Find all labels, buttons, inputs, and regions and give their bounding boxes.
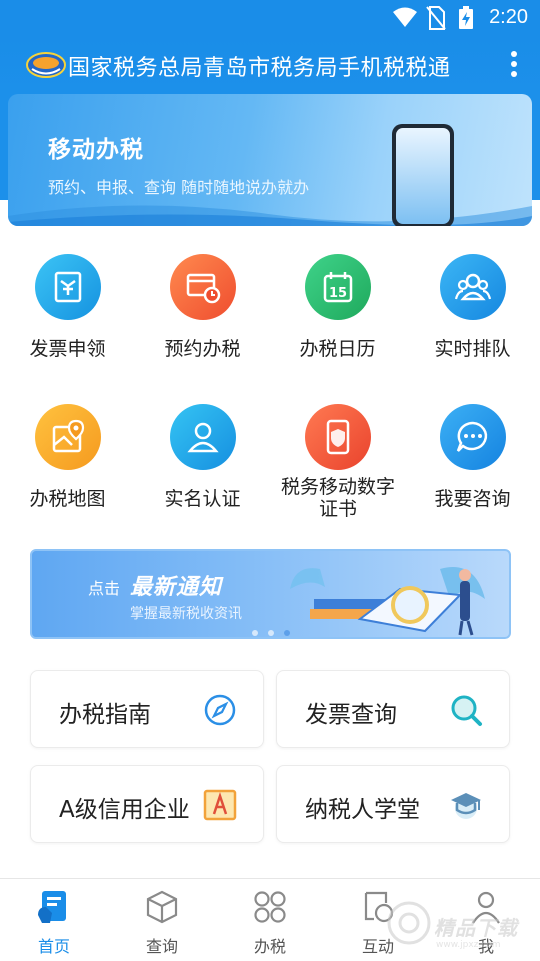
grade-a-icon xyxy=(203,789,237,821)
grid-apps-icon xyxy=(254,891,286,923)
service-label: 预约办税 xyxy=(164,338,241,360)
card-label: A级信用企业 xyxy=(59,797,190,823)
service-appointment[interactable]: 预约办税 xyxy=(135,250,270,370)
service-label: 发票申领 xyxy=(29,338,106,360)
cube-icon xyxy=(146,890,178,924)
app-title: 国家税务总局青岛市税务局手机税税通 xyxy=(68,56,451,81)
notice-click-label: 点击 xyxy=(88,579,121,598)
wifi-icon xyxy=(393,7,417,27)
battery-charging-icon xyxy=(459,6,473,29)
book-illustration xyxy=(290,567,485,636)
card-tax-guide[interactable]: 办税指南 xyxy=(30,670,264,748)
calendar-icon: 15 xyxy=(323,272,353,303)
carousel-dots xyxy=(252,621,300,637)
service-invoice-apply[interactable]: 发票申领 xyxy=(0,250,135,370)
service-label: 我要咨询 xyxy=(434,488,511,510)
no-sim-icon xyxy=(426,6,446,30)
service-queue[interactable]: 实时排队 xyxy=(405,250,540,370)
notice-banner[interactable]: 点击 最新通知 掌握最新税收资讯 xyxy=(30,549,511,639)
appointment-icon xyxy=(186,273,221,304)
card-label: 办税指南 xyxy=(59,702,151,728)
tab-label: 首页 xyxy=(37,937,70,956)
status-bar: 2:20 xyxy=(0,0,540,36)
service-real-name[interactable]: 实名认证 xyxy=(135,400,270,520)
tab-label: 办税 xyxy=(253,937,286,956)
card-invoice-query[interactable]: 发票查询 xyxy=(276,670,510,748)
queue-people-icon xyxy=(455,273,491,301)
map-icon xyxy=(52,419,85,453)
service-map[interactable]: 办税地图 xyxy=(0,400,135,520)
chat-icon xyxy=(456,421,488,452)
user-verify-icon xyxy=(187,422,219,453)
notice-subtitle: 掌握最新税收资讯 xyxy=(130,606,242,622)
service-label: 办税日历 xyxy=(299,338,376,360)
graduation-cap-icon xyxy=(451,793,481,819)
watermark: 精品下载 www.jpxz.com xyxy=(380,890,540,960)
service-label: 实时排队 xyxy=(434,338,511,360)
search-icon xyxy=(451,695,482,726)
tab-home[interactable]: 首页 xyxy=(0,879,108,961)
service-consult[interactable]: 我要咨询 xyxy=(405,400,540,520)
app-bar: 国家税务总局青岛市税务局手机税税通 xyxy=(0,36,540,94)
tax-app-logo xyxy=(26,52,66,78)
hero-banner[interactable]: 移动办税 预约、申报、查询 随时随地说办就办 xyxy=(8,94,532,226)
service-digital-cert[interactable]: 税务移动数字证书 xyxy=(270,400,405,520)
tab-label: 查询 xyxy=(145,937,178,956)
service-label: 税务移动数字证书 xyxy=(280,476,395,520)
card-label: 纳税人学堂 xyxy=(305,797,420,823)
clock: 2:20 xyxy=(489,6,528,28)
tab-query[interactable]: 查询 xyxy=(108,879,216,961)
notice-title: 最新通知 xyxy=(130,575,223,600)
service-label: 办税地图 xyxy=(29,488,106,510)
compass-icon xyxy=(204,694,236,726)
tab-tax[interactable]: 办税 xyxy=(216,879,324,961)
card-taxpayer-school[interactable]: 纳税人学堂 xyxy=(276,765,510,843)
digital-cert-icon xyxy=(326,419,350,455)
service-label: 实名认证 xyxy=(164,488,241,510)
card-label: 发票查询 xyxy=(305,702,397,728)
home-icon xyxy=(38,891,66,923)
watermark-logo-icon xyxy=(387,901,431,945)
invoice-apply-icon xyxy=(54,271,82,303)
phone-illustration xyxy=(392,124,454,226)
service-calendar[interactable]: 15 办税日历 xyxy=(270,250,405,370)
more-vertical-icon[interactable] xyxy=(508,50,520,78)
watermark-text: 精品下载 xyxy=(434,916,518,940)
hero-title: 移动办税 xyxy=(48,137,144,163)
svg-text:15: 15 xyxy=(329,286,347,301)
watermark-url: www.jpxz.com xyxy=(436,940,501,950)
card-a-credit[interactable]: A级信用企业 xyxy=(30,765,264,843)
